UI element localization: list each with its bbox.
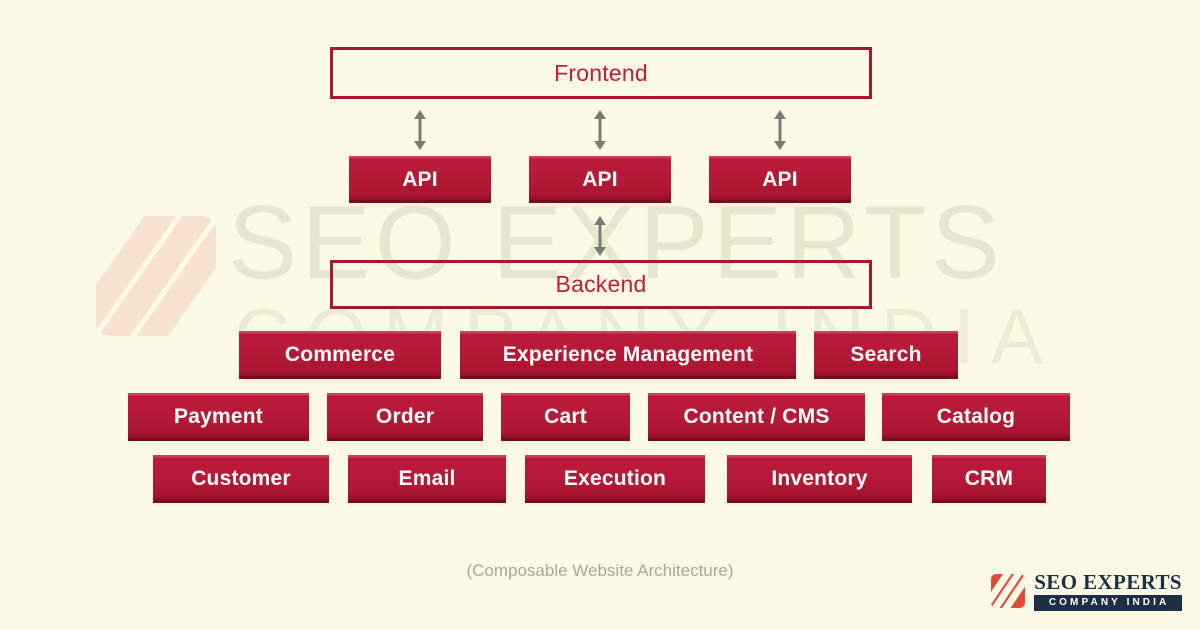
- api-box-3[interactable]: API: [709, 156, 851, 203]
- service-label: Commerce: [284, 343, 396, 366]
- service-search[interactable]: Search: [814, 331, 958, 379]
- service-crm[interactable]: CRM: [932, 455, 1046, 503]
- service-label: Email: [398, 467, 456, 490]
- service-payment[interactable]: Payment: [128, 393, 309, 441]
- service-catalog[interactable]: Catalog: [882, 393, 1070, 441]
- service-commerce[interactable]: Commerce: [239, 331, 441, 379]
- seo-experts-logo-icon: [991, 574, 1026, 608]
- connector-frontend-to-api-1: [409, 110, 431, 150]
- service-email[interactable]: Email: [348, 455, 506, 503]
- service-execution[interactable]: Execution: [525, 455, 705, 503]
- service-label: Content / CMS: [683, 405, 830, 428]
- service-customer[interactable]: Customer: [153, 455, 329, 503]
- service-content-cms[interactable]: Content / CMS: [648, 393, 865, 441]
- service-cart[interactable]: Cart: [501, 393, 630, 441]
- logo-title: SEO EXPERTS: [1034, 569, 1182, 594]
- api-label-3: API: [762, 167, 798, 191]
- service-experience-management[interactable]: Experience Management: [460, 331, 796, 379]
- api-label-2: API: [582, 167, 618, 191]
- watermark-logo-mark: [96, 216, 216, 336]
- service-inventory[interactable]: Inventory: [727, 455, 912, 503]
- brand-logo[interactable]: SEO EXPERTS COMPANY INDIA: [991, 566, 1182, 616]
- service-order[interactable]: Order: [327, 393, 483, 441]
- api-label-1: API: [402, 167, 438, 191]
- double-arrow-vertical-icon: [594, 110, 606, 150]
- service-label: Cart: [544, 405, 587, 428]
- service-label: Order: [375, 405, 435, 428]
- diagram-canvas: SEO EXPERTS COMPANY INDIA Frontend API: [0, 0, 1200, 630]
- logo-text-block: SEO EXPERTS COMPANY INDIA: [1034, 569, 1182, 611]
- service-label: Execution: [563, 467, 667, 490]
- connector-frontend-to-api-2: [589, 110, 611, 150]
- api-box-1[interactable]: API: [349, 156, 491, 203]
- service-label: Customer: [191, 467, 291, 490]
- double-arrow-vertical-icon: [774, 110, 786, 150]
- backend-label: Backend: [555, 271, 647, 297]
- service-label: Inventory: [771, 467, 868, 490]
- double-arrow-vertical-icon: [594, 216, 606, 256]
- frontend-box[interactable]: Frontend: [330, 47, 872, 99]
- connector-api-to-backend: [589, 216, 611, 256]
- service-label: Catalog: [936, 405, 1016, 428]
- service-label: Payment: [174, 405, 263, 428]
- backend-box[interactable]: Backend: [330, 260, 872, 309]
- service-label: CRM: [964, 467, 1014, 490]
- double-arrow-vertical-icon: [414, 110, 426, 150]
- logo-subtitle: COMPANY INDIA: [1034, 594, 1182, 611]
- service-label: Experience Management: [502, 343, 754, 366]
- frontend-label: Frontend: [554, 59, 648, 86]
- service-label: Search: [850, 343, 922, 366]
- api-box-2[interactable]: API: [529, 156, 671, 203]
- connector-frontend-to-api-3: [769, 110, 791, 150]
